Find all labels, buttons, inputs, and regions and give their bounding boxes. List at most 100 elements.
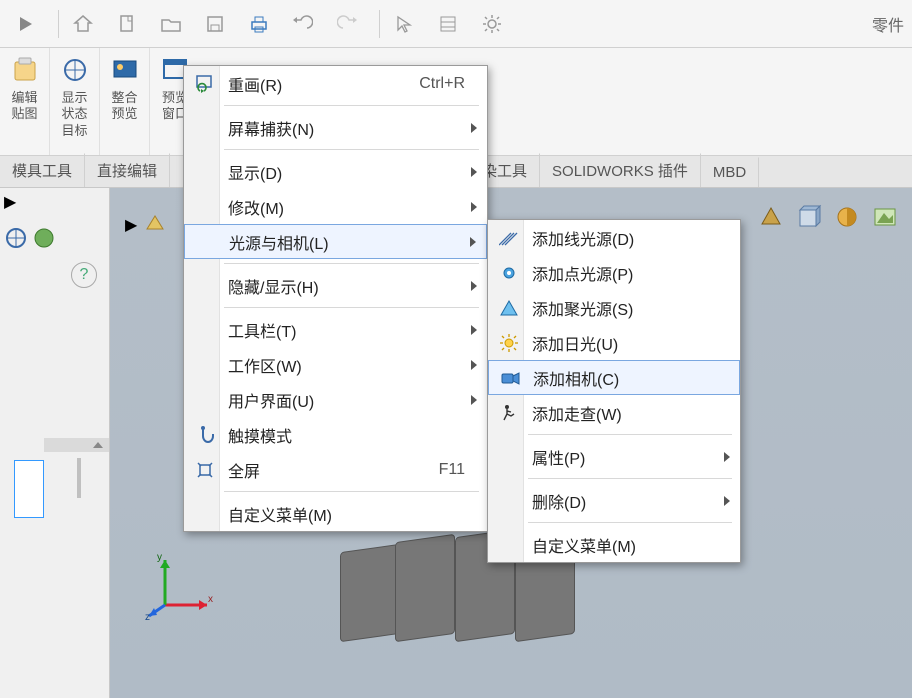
play-icon[interactable] [8,6,44,42]
lights-cameras-submenu: 添加线光源(D) 添加点光源(P) 添加聚光源(S) 添加日光(U) 添加相机(… [487,219,741,563]
camera-icon [499,367,521,389]
ribbon-show-state[interactable]: 显示 状态 目标 [50,48,100,155]
menu-toolbars[interactable]: 工具栏(T) [184,312,487,347]
submenu-arrow-icon [471,202,477,212]
submenu-arrow-icon [470,237,476,247]
feature-manager-panel: ▶ ? [0,188,110,698]
tab-mold-tools[interactable]: 模具工具 [0,153,85,187]
view-orientation-icon[interactable] [758,204,786,232]
submenu-arrow-icon [471,123,477,133]
walk-icon [498,402,520,424]
panel-splitter[interactable] [44,438,109,452]
tab-solidworks-addins[interactable]: SOLIDWORKS 插件 [540,153,701,187]
panel-flyout-toggle[interactable]: ▶ [4,192,16,212]
submenu-add-sunlight-label: 添加日光(U) [532,331,618,355]
submenu-add-spot-label: 添加聚光源(S) [532,296,633,320]
submenu-add-point-label: 添加点光源(P) [532,261,633,285]
ribbon-edit-paste[interactable]: 编辑 贴图 [0,48,50,155]
new-icon[interactable] [109,6,145,42]
menu-custom-menu[interactable]: 自定义菜单(M) [184,496,487,531]
fullscreen-icon [194,459,216,481]
settings-gear-icon[interactable] [474,6,510,42]
menu-fullscreen-label: 全屏 [228,458,260,482]
tree-part-icon [144,213,166,235]
scene-icon[interactable] [872,204,900,232]
submenu-arrow-icon [471,281,477,291]
submenu-add-camera[interactable]: 添加相机(C) [488,360,740,395]
menu-ui-label: 用户界面(U) [228,388,314,412]
menu-custom-menu-label: 自定义菜单(M) [228,502,332,526]
menu-display-label: 显示(D) [228,160,282,184]
menu-lights-cameras[interactable]: 光源与相机(L) [184,224,487,259]
svg-text:y: y [157,552,162,563]
menu-touch-mode-label: 触摸模式 [228,423,292,447]
svg-text:z: z [145,612,150,620]
menu-redraw[interactable]: 重画(R) Ctrl+R [184,66,487,101]
submenu-delete-label: 删除(D) [532,489,586,513]
tab-direct-edit[interactable]: 直接编辑 [85,153,170,187]
sunlight-icon [498,332,520,354]
undo-icon[interactable] [285,6,321,42]
tab-mbd[interactable]: MBD [701,157,759,187]
menu-redraw-accel: Ctrl+R [419,75,465,93]
config-tab-icon-1[interactable] [4,226,28,250]
submenu-add-sunlight[interactable]: 添加日光(U) [488,325,740,360]
submenu-add-point[interactable]: 添加点光源(P) [488,255,740,290]
heads-up-view-toolbar [758,204,900,232]
menu-hide-show[interactable]: 隐藏/显示(H) [184,268,487,303]
ribbon-show-state-label: 显示 状态 目标 [61,90,87,139]
menu-fullscreen-accel: F11 [439,461,465,479]
help-icon[interactable]: ? [71,262,97,288]
thumbnail-preview[interactable] [14,460,44,518]
menu-modify-label: 修改(M) [228,195,284,219]
show-state-icon [59,54,91,86]
submenu-add-walkthrough[interactable]: 添加走查(W) [488,395,740,430]
edit-paste-icon [9,54,41,86]
menu-fullscreen[interactable]: 全屏 F11 [184,452,487,487]
print-icon[interactable] [241,6,277,42]
ribbon-integrate-preview[interactable]: 整合 预览 [100,48,150,155]
config-tab-icon-2[interactable] [32,226,56,250]
submenu-properties[interactable]: 属性(P) [488,439,740,474]
open-icon[interactable] [153,6,189,42]
submenu-add-spot[interactable]: 添加聚光源(S) [488,290,740,325]
main-toolbar: 零件 [0,0,912,48]
submenu-add-directional-label: 添加线光源(D) [532,226,634,250]
spot-light-icon [498,297,520,319]
menu-ui[interactable]: 用户界面(U) [184,382,487,417]
submenu-arrow-icon [724,452,730,462]
appearance-icon[interactable] [834,204,862,232]
submenu-add-directional[interactable]: 添加线光源(D) [488,220,740,255]
submenu-properties-label: 属性(P) [532,445,585,469]
touch-icon [194,424,216,446]
point-light-icon [498,262,520,284]
submenu-custom-menu[interactable]: 自定义菜单(M) [488,527,740,562]
menu-display[interactable]: 显示(D) [184,154,487,189]
redo-icon[interactable] [329,6,365,42]
ribbon-integrate-preview-label: 整合 预览 [111,90,137,123]
menu-modify[interactable]: 修改(M) [184,189,487,224]
options-grid-icon[interactable] [430,6,466,42]
view-cube-icon[interactable] [796,204,824,232]
menu-lights-cameras-label: 光源与相机(L) [229,230,329,254]
menu-workspace-label: 工作区(W) [228,353,302,377]
menu-screen-capture[interactable]: 屏幕捕获(N) [184,110,487,145]
svg-text:x: x [208,594,213,605]
select-icon[interactable] [386,6,422,42]
menu-hide-show-label: 隐藏/显示(H) [228,274,319,298]
submenu-add-walkthrough-label: 添加走查(W) [532,401,622,425]
menu-toolbars-label: 工具栏(T) [228,318,296,342]
document-title: 零件 [872,12,904,36]
submenu-add-camera-label: 添加相机(C) [533,366,619,390]
menu-touch-mode[interactable]: 触摸模式 [184,417,487,452]
save-icon[interactable] [197,6,233,42]
vertical-scroll-track[interactable] [77,458,81,498]
menu-redraw-label: 重画(R) [228,72,282,96]
integrate-preview-icon [109,54,141,86]
ribbon-edit-paste-label: 编辑 贴图 [11,90,37,123]
home-icon[interactable] [65,6,101,42]
submenu-delete[interactable]: 删除(D) [488,483,740,518]
menu-workspace[interactable]: 工作区(W) [184,347,487,382]
submenu-arrow-icon [471,395,477,405]
tree-expand-toggle[interactable]: ▶ [125,215,137,235]
